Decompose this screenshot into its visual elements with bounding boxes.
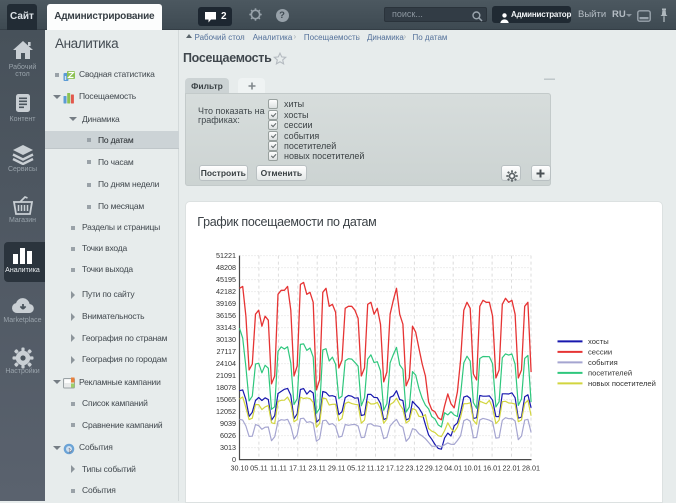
svg-text:3013: 3013 — [220, 443, 236, 452]
svg-text:16.01: 16.01 — [483, 464, 501, 473]
svg-text:45195: 45195 — [216, 275, 236, 284]
svg-text:04.01: 04.01 — [444, 464, 462, 473]
svg-text:18078: 18078 — [216, 383, 236, 392]
svg-text:сессии: сессии — [588, 348, 612, 357]
svg-text:11.11: 11.11 — [270, 464, 287, 473]
svg-text:события: события — [588, 358, 618, 367]
svg-text:29.12: 29.12 — [425, 464, 443, 473]
svg-text:17.11: 17.11 — [289, 464, 306, 473]
svg-text:42182: 42182 — [216, 287, 236, 296]
svg-text:28.01: 28.01 — [522, 464, 540, 473]
svg-text:17.12: 17.12 — [386, 464, 404, 473]
svg-text:новых посетителей: новых посетителей — [588, 379, 656, 388]
svg-text:11.12: 11.12 — [367, 464, 384, 473]
svg-text:хосты: хосты — [588, 337, 609, 346]
svg-text:23.12: 23.12 — [405, 464, 423, 473]
svg-text:24104: 24104 — [216, 359, 236, 368]
svg-text:33143: 33143 — [216, 323, 236, 332]
svg-text:30130: 30130 — [216, 335, 236, 344]
svg-text:36156: 36156 — [216, 311, 236, 320]
svg-text:27117: 27117 — [217, 347, 236, 356]
svg-text:05.12: 05.12 — [347, 464, 365, 473]
svg-text:48208: 48208 — [216, 263, 236, 272]
svg-text:21091: 21091 — [216, 371, 236, 380]
svg-text:39169: 39169 — [216, 299, 236, 308]
svg-text:51221: 51221 — [216, 251, 236, 260]
svg-text:10.01: 10.01 — [464, 464, 482, 473]
svg-text:12052: 12052 — [216, 407, 236, 416]
svg-text:6026: 6026 — [220, 431, 236, 440]
svg-text:посетителей: посетителей — [588, 369, 632, 378]
svg-text:22.01: 22.01 — [503, 464, 521, 473]
svg-text:30.10: 30.10 — [231, 464, 249, 473]
svg-text:9039: 9039 — [220, 419, 236, 428]
svg-text:29.11: 29.11 — [328, 464, 345, 473]
svg-text:23.11: 23.11 — [308, 464, 325, 473]
svg-text:05.11: 05.11 — [250, 464, 267, 473]
svg-text:15065: 15065 — [216, 395, 236, 404]
